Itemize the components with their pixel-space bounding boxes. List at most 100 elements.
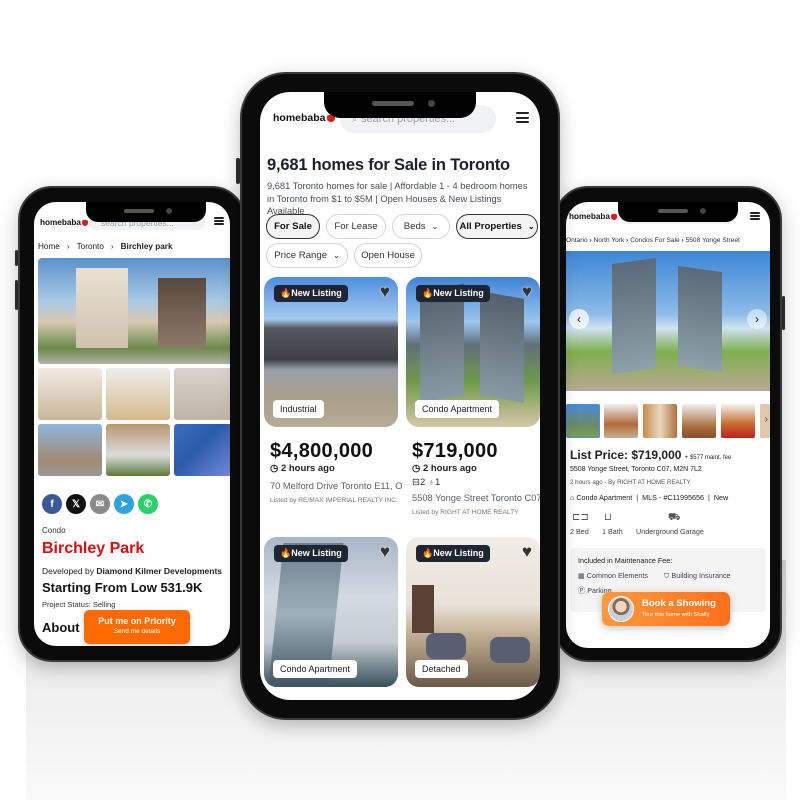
listing-hero-image[interactable]: ‹ › bbox=[566, 251, 770, 391]
building-icon: ▦ bbox=[578, 571, 585, 580]
phone-side-button bbox=[236, 158, 240, 184]
maple-leaf-icon bbox=[81, 219, 88, 226]
filter-chip-for-lease[interactable]: For Lease bbox=[326, 214, 386, 239]
chevron-down-icon: ⌄ bbox=[431, 222, 439, 231]
maint-item-common: ▦ Common Elements bbox=[578, 571, 648, 580]
breadcrumb-ontario[interactable]: Ontario bbox=[566, 237, 588, 244]
breadcrumb-home[interactable]: Home bbox=[38, 242, 60, 251]
list-price-line: List Price: $719,000 + $577 maint. fee bbox=[570, 448, 731, 462]
listing-address[interactable]: 70 Melford Drive Toronto E11, On bbox=[270, 481, 402, 491]
list-price: $719,000 bbox=[631, 448, 682, 462]
homebaba-logo[interactable]: homebaba bbox=[273, 112, 335, 124]
developed-by-label: Developed by bbox=[42, 566, 94, 576]
email-share-icon[interactable]: ✉ bbox=[90, 494, 110, 514]
gallery-thumb[interactable] bbox=[106, 424, 170, 476]
listing-time-text: 2 hours ago bbox=[280, 463, 335, 474]
filter-chip-price-range[interactable]: Price Range ⌄ bbox=[266, 243, 348, 268]
telegram-share-icon[interactable]: ➤ bbox=[114, 494, 134, 514]
developer-name[interactable]: Diamond Kilmer Developments bbox=[96, 566, 222, 576]
listing-price: $719,000 bbox=[412, 440, 498, 462]
listing-card-image[interactable]: 🔥New Listing ♥ Detached bbox=[406, 537, 540, 687]
favorite-heart-icon[interactable]: ♥ bbox=[522, 542, 532, 562]
gallery-next-button[interactable]: › bbox=[747, 309, 767, 329]
thumbnail-next-icon[interactable]: › bbox=[765, 414, 768, 425]
bath-icon: ⊔ bbox=[604, 512, 612, 523]
breadcrumb-toronto[interactable]: Toronto bbox=[77, 242, 104, 251]
logo-text: homebaba bbox=[40, 218, 81, 227]
listing-card-image[interactable]: 🔥New Listing ♥ Condo Apartment bbox=[406, 277, 540, 427]
cta-subtitle: Send me details bbox=[113, 628, 161, 635]
gallery-thumb[interactable] bbox=[604, 404, 638, 438]
gallery-thumb[interactable] bbox=[174, 368, 230, 420]
filter-chip-open-house[interactable]: Open House bbox=[354, 243, 422, 268]
phone-right: homebaba search properties... Ontario › … bbox=[554, 186, 785, 662]
page-subtitle: 9,681 Toronto homes for sale | Affordabl… bbox=[267, 181, 528, 216]
x-share-icon[interactable]: 𝕏 bbox=[66, 494, 86, 514]
maintenance-heading: Included in Maintenance Fee: bbox=[578, 556, 673, 565]
project-page-screen: homebaba search properties... Home › Toron… bbox=[34, 202, 230, 646]
facebook-share-icon[interactable]: f bbox=[42, 494, 62, 514]
filter-chip-label: For Sale bbox=[274, 221, 312, 232]
listing-specs: ⊟2 ♁1 bbox=[412, 477, 440, 488]
gallery-thumb[interactable] bbox=[682, 404, 716, 438]
breadcrumb-condos-for-sale[interactable]: Condos For Sale bbox=[630, 237, 679, 244]
gallery-prev-button[interactable]: ‹ bbox=[569, 309, 589, 329]
homebaba-logo[interactable]: homebaba bbox=[569, 212, 617, 221]
filter-chip-for-sale[interactable]: For Sale bbox=[266, 214, 320, 239]
bed-icon: ⊟ bbox=[412, 477, 420, 488]
menu-icon[interactable] bbox=[214, 217, 224, 225]
favorite-heart-icon[interactable]: ♥ bbox=[380, 282, 390, 302]
chevron-down-icon: ⌄ bbox=[333, 251, 340, 260]
priority-cta-button[interactable]: Put me on Priority Send me details bbox=[84, 610, 190, 644]
hero-image[interactable] bbox=[38, 258, 230, 364]
listing-card-image[interactable]: 🔥New Listing ♥ Industrial bbox=[264, 277, 398, 427]
new-listing-badge: 🔥New Listing bbox=[274, 285, 348, 302]
bath-icon: ♁ bbox=[427, 477, 436, 488]
favorite-heart-icon[interactable]: ♥ bbox=[380, 542, 390, 562]
mls-number: MLS - #C11995656 bbox=[642, 493, 704, 502]
feature-beds: 2 Bed bbox=[570, 527, 589, 536]
listing-address[interactable]: 5508 Yonge Street Toronto C07 bbox=[412, 493, 540, 503]
chevron-down-icon: ⌄ bbox=[527, 222, 535, 231]
breadcrumb: Home › Toronto › Birchley park bbox=[38, 242, 173, 251]
whatsapp-share-icon[interactable]: ✆ bbox=[138, 494, 158, 514]
new-listing-badge: 🔥New Listing bbox=[416, 545, 490, 562]
breadcrumb-current: 5508 Yonge Street bbox=[685, 237, 740, 244]
listing-time: ◷ 2 hours ago bbox=[270, 463, 335, 474]
gallery-thumb-placeholder[interactable] bbox=[174, 424, 230, 476]
posted-info: 2 hours ago - By RIGHT AT HOME REALTY bbox=[570, 479, 691, 486]
phone-notch bbox=[86, 202, 206, 222]
home-icon: ⌂ bbox=[570, 493, 575, 502]
car-icon: ⛟ bbox=[668, 512, 681, 523]
list-price-label: List Price: bbox=[570, 448, 629, 462]
listing-brokerage: Listed by RIGHT AT HOME REALTY bbox=[412, 509, 519, 516]
book-showing-button[interactable]: Book a Showing Tour this home with Shall… bbox=[602, 592, 730, 626]
property-type-tag: Condo Apartment bbox=[273, 660, 358, 678]
homebaba-logo[interactable]: homebaba bbox=[40, 218, 88, 227]
maple-leaf-icon bbox=[610, 213, 617, 220]
filter-chip-label: For Lease bbox=[334, 221, 378, 232]
menu-icon[interactable] bbox=[516, 112, 529, 123]
gallery-thumb[interactable] bbox=[38, 424, 102, 476]
listing-card-image[interactable]: 🔥New Listing ♥ Condo Apartment bbox=[264, 537, 398, 687]
clock-icon: ◷ bbox=[412, 463, 421, 474]
gallery-thumb[interactable] bbox=[643, 404, 677, 438]
gallery-thumb[interactable] bbox=[38, 368, 102, 420]
favorite-heart-icon[interactable]: ♥ bbox=[522, 282, 532, 302]
gallery-thumb[interactable] bbox=[721, 404, 755, 438]
logo-text: homebaba bbox=[273, 112, 326, 124]
promo-stage: homebaba search properties... Home › Toron… bbox=[0, 0, 800, 800]
filter-chip-label: Price Range bbox=[274, 250, 328, 261]
gallery-thumb[interactable] bbox=[106, 368, 170, 420]
listing-address: 5508 Yonge Street, Toronto C07, M2N 7L2 bbox=[570, 466, 702, 473]
filter-chip-all-properties[interactable]: All Properties ⌄ bbox=[456, 214, 538, 239]
agent-avatar bbox=[608, 596, 634, 622]
phone-notch bbox=[324, 92, 476, 118]
breadcrumb-north-york[interactable]: North York bbox=[594, 237, 625, 244]
listing-detail-screen: homebaba search properties... Ontario › … bbox=[566, 202, 770, 648]
gallery-thumb-active[interactable] bbox=[566, 404, 600, 438]
menu-icon[interactable] bbox=[750, 212, 760, 220]
filter-chip-beds[interactable]: Beds ⌄ bbox=[392, 214, 450, 239]
book-subtitle: Tour this home with Shally bbox=[642, 612, 710, 618]
listing-time-text: 2 hours ago bbox=[422, 463, 477, 474]
